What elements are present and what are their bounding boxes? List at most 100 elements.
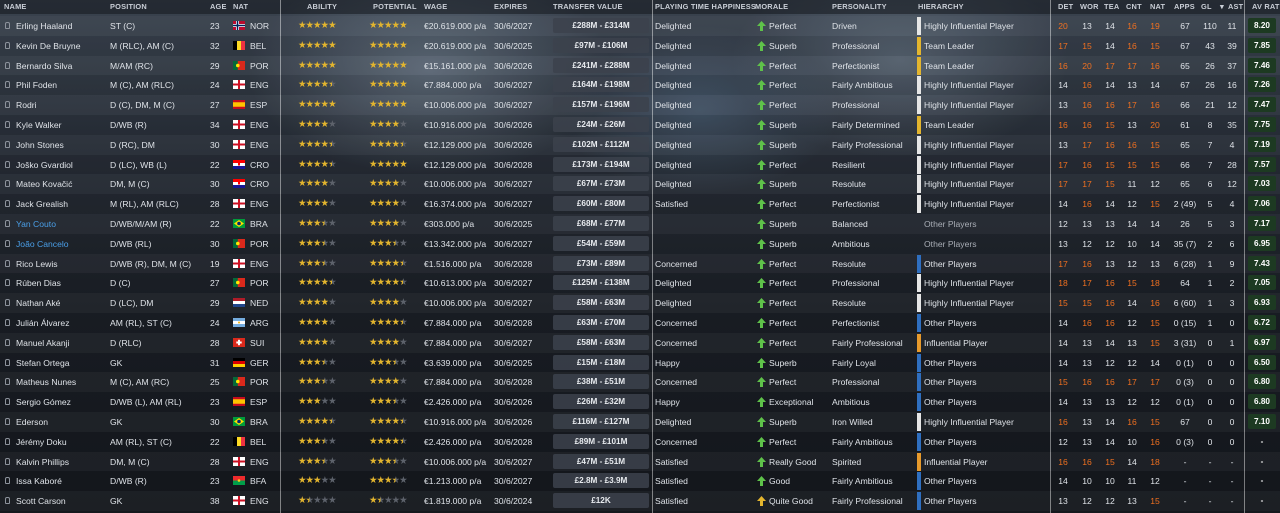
attr-teamwork: 14: [1105, 337, 1115, 348]
player-appearances: 0 (1): [1176, 357, 1194, 368]
attr-natural-fitness: 15: [1150, 496, 1160, 507]
table-row[interactable]: Manuel Akanji D (RLC) 28 SUI ★★★★★ ★★★★★…: [0, 333, 1280, 353]
transfer-value: £97M - £106M: [553, 37, 649, 53]
table-row[interactable]: Rico Lewis D/WB (R), DM, M (C) 19 ENG ★★…: [0, 254, 1280, 274]
attr-natural-fitness: 15: [1150, 337, 1160, 348]
player-morale: Perfect: [769, 60, 797, 71]
player-name[interactable]: Rúben Dias: [16, 278, 108, 288]
player-name[interactable]: Manuel Akanji: [16, 338, 108, 348]
table-row[interactable]: Kalvin Phillips DM, M (C) 28 ENG ★★★★★ ★…: [0, 452, 1280, 472]
player-assists: 11: [1227, 21, 1237, 31]
player-name[interactable]: Kevin De Bruyne: [16, 41, 108, 51]
player-name[interactable]: Kyle Walker: [16, 120, 108, 130]
average-rating: 8.20: [1248, 18, 1276, 33]
table-row[interactable]: Stefan Ortega GK 31 GER ★★★★★ ★★★★★ €3.6…: [0, 352, 1280, 373]
player-hierarchy: Highly Influential Player: [924, 179, 1014, 190]
attr-concentration: 17: [1127, 377, 1137, 388]
table-row[interactable]: Jack Grealish M (RL), AM (RLC) 28 ENG ★★…: [0, 194, 1280, 214]
player-morale: Quite Good: [769, 496, 813, 507]
table-row[interactable]: João Cancelo D/WB (RL) 30 POR ★★★★★ ★★★★…: [0, 233, 1280, 254]
player-assists: 0: [1229, 357, 1235, 368]
attr-determination: 17: [1058, 159, 1068, 170]
average-rating: 6.80: [1248, 394, 1276, 410]
attr-work-rate: 13: [1082, 337, 1092, 348]
hierarchy-color-bar: [917, 393, 921, 412]
player-name[interactable]: Erling Haaland: [16, 21, 108, 31]
player-icon: [5, 160, 10, 168]
table-row[interactable]: Sergio Gómez D/WB (L), AM (RL) 23 ESP ★★…: [0, 392, 1280, 412]
attr-concentration: 12: [1127, 357, 1137, 368]
table-row[interactable]: Nathan Aké D (LC), DM 29 NED ★★★★★ ★★★★★…: [0, 293, 1280, 313]
table-row[interactable]: Issa Kaboré D/WB (R) 23 BFA ★★★★★ ★★★★★ …: [0, 471, 1280, 492]
player-appearances: 65: [1180, 60, 1190, 71]
table-row[interactable]: Yan Couto D/WB/M/AM (R) 22 BRA ★★★★★ ★★★…: [0, 214, 1280, 234]
potential-stars: ★★★★★: [369, 178, 408, 190]
attr-determination: 14: [1058, 476, 1068, 487]
average-rating: 7.85: [1248, 37, 1276, 53]
player-name[interactable]: Ederson: [16, 417, 108, 427]
transfer-value: £2.8M - £3.9M: [553, 473, 649, 489]
player-morale: Perfect: [769, 21, 797, 31]
potential-stars: ★★★★★: [369, 79, 408, 91]
player-name[interactable]: Scott Carson: [16, 496, 108, 506]
table-row[interactable]: Rúben Dias D (C) 27 POR ★★★★★ ★★★★★ €10.…: [0, 273, 1280, 294]
player-name[interactable]: Rodri: [16, 100, 108, 110]
table-row[interactable]: Jérémy Doku AM (RL), ST (C) 22 BEL ★★★★★…: [0, 431, 1280, 452]
player-name[interactable]: Sergio Gómez: [16, 397, 108, 407]
table-row[interactable]: Joško Gvardiol D (LC), WB (L) 22 CRO ★★★…: [0, 154, 1280, 175]
player-name[interactable]: Rico Lewis: [16, 259, 108, 269]
player-goals: -: [1208, 476, 1212, 487]
player-position: D (RLC): [110, 337, 142, 348]
hierarchy-color-bar: [917, 175, 921, 194]
player-name[interactable]: Phil Foden: [16, 80, 108, 90]
table-row[interactable]: Mateo Kovačić DM, M (C) 30 CRO ★★★★★ ★★★…: [0, 174, 1280, 194]
table-row[interactable]: John Stones D (RC), DM 30 ENG ★★★★★ ★★★★…: [0, 135, 1280, 155]
table-row[interactable]: Kyle Walker D/WB (R) 34 ENG ★★★★★ ★★★★★ …: [0, 115, 1280, 135]
player-name[interactable]: Issa Kaboré: [16, 476, 108, 486]
player-age: 30: [210, 417, 220, 427]
table-row[interactable]: Matheus Nunes M (C), AM (RC) 25 POR ★★★★…: [0, 372, 1280, 392]
attr-work-rate: 16: [1082, 318, 1092, 328]
table-row[interactable]: Scott Carson GK 38 ENG ★★★★★ ★★★★★ €1.81…: [0, 491, 1280, 511]
table-row[interactable]: Phil Foden M (C), AM (RLC) 24 ENG ★★★★★ …: [0, 75, 1280, 96]
player-appearances: 66: [1180, 100, 1190, 111]
player-name[interactable]: Bernardo Silva: [16, 61, 108, 71]
transfer-value: £58M - £63M: [553, 334, 649, 350]
player-name[interactable]: Stefan Ortega: [16, 358, 108, 368]
table-row[interactable]: Erling Haaland ST (C) 23 NOR ★★★★★ ★★★★★…: [0, 16, 1280, 36]
player-name[interactable]: João Cancelo: [16, 239, 108, 249]
contract-expires: 30/6/2026: [494, 120, 533, 130]
table-row[interactable]: Julián Álvarez AM (RL), ST (C) 24 ARG ★★…: [0, 313, 1280, 333]
hierarchy-color-bar: [917, 195, 921, 214]
player-appearances: 61: [1180, 120, 1190, 130]
table-row[interactable]: Rodri D (C), DM, M (C) 27 ESP ★★★★★ ★★★★…: [0, 95, 1280, 115]
player-personality: Fairly Ambitious: [832, 436, 893, 447]
attr-concentration: 16: [1127, 21, 1137, 31]
table-row[interactable]: Ederson GK 30 BRA ★★★★★ ★★★★★ €10.916.00…: [0, 412, 1280, 432]
player-name[interactable]: Matheus Nunes: [16, 377, 108, 387]
attr-teamwork: 15: [1105, 179, 1115, 190]
player-name[interactable]: John Stones: [16, 140, 108, 150]
player-name[interactable]: Mateo Kovačić: [16, 179, 108, 189]
player-name[interactable]: Jérémy Doku: [16, 437, 108, 447]
player-name[interactable]: Nathan Aké: [16, 298, 108, 308]
attr-work-rate: 13: [1082, 219, 1092, 229]
table-row[interactable]: Kevin De Bruyne M (RLC), AM (C) 32 BEL ★…: [0, 35, 1280, 56]
player-icon: [5, 398, 10, 406]
player-personality: Resolute: [832, 258, 866, 269]
attr-teamwork: 14: [1105, 436, 1115, 447]
ability-stars: ★★★★★: [298, 376, 337, 388]
hierarchy-color-bar: [917, 373, 921, 392]
player-name[interactable]: Kalvin Phillips: [16, 457, 108, 467]
player-name[interactable]: Joško Gvardiol: [16, 160, 108, 170]
table-row[interactable]: Bernardo Silva M/AM (RC) 29 POR ★★★★★ ★★…: [0, 56, 1280, 76]
player-name[interactable]: Yan Couto: [16, 219, 108, 229]
player-name[interactable]: Julián Álvarez: [16, 318, 108, 328]
hierarchy-color-bar: [917, 155, 921, 174]
potential-stars: ★★★★★: [369, 138, 408, 150]
player-name[interactable]: Jack Grealish: [16, 199, 108, 209]
player-icon: [5, 239, 10, 247]
player-hierarchy: Other Players: [924, 397, 977, 408]
flag-icon: [233, 40, 245, 50]
player-nationality: POR: [250, 377, 269, 388]
